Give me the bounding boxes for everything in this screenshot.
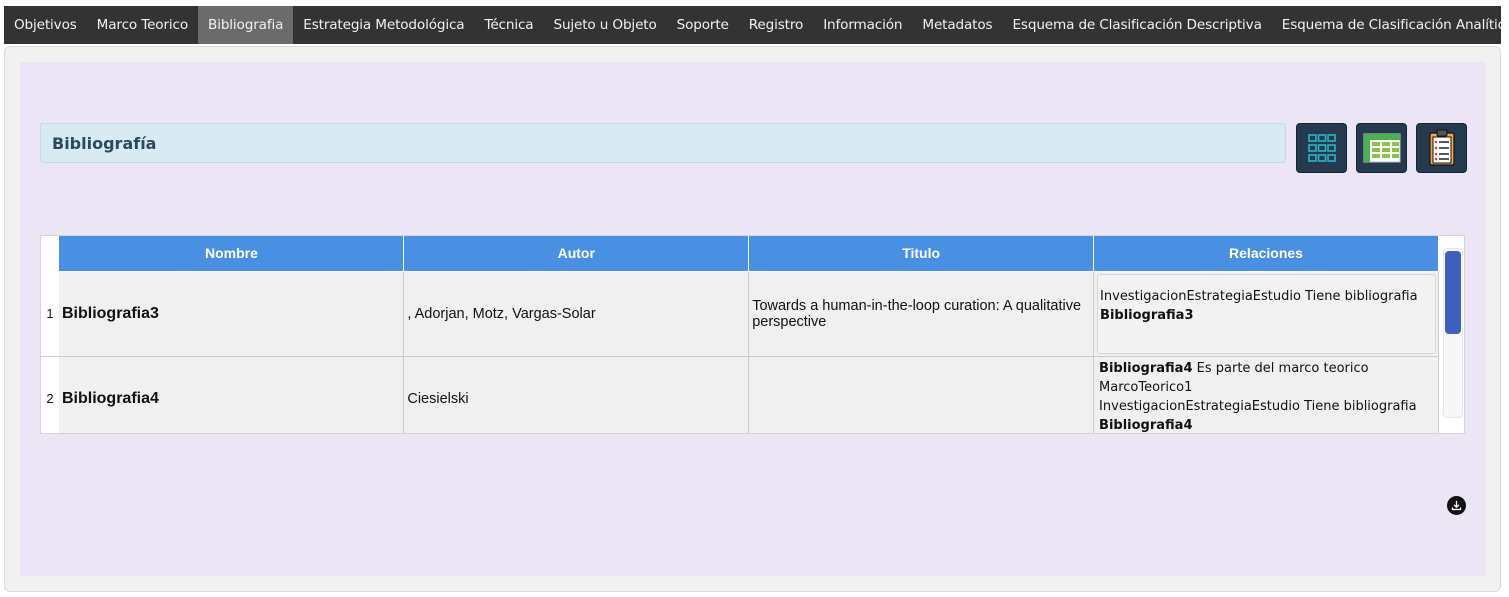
spreadsheet-view-button[interactable]: [1356, 123, 1407, 173]
table-row[interactable]: 2 Bibliografia4 Ciesielski Bibliografia4…: [41, 356, 1464, 433]
bibliography-table-container: Nombre Autor Titulo Relaciones 1 Bibliog…: [40, 235, 1465, 434]
cell-relaciones[interactable]: Bibliografia4 Es parte del marco teorico…: [1093, 356, 1439, 433]
row-number: 2: [41, 356, 59, 433]
cell-titulo[interactable]: Towards a human-in-the-loop curation: A …: [748, 271, 1095, 357]
nav-registro[interactable]: Registro: [739, 6, 813, 44]
nav-esquema-descriptiva[interactable]: Esquema de Clasificación Descriptiva: [1002, 6, 1271, 44]
cell-nombre[interactable]: Bibliografia4: [58, 356, 405, 433]
table-header-row: Nombre Autor Titulo Relaciones: [41, 236, 1464, 272]
nav-bibliografia[interactable]: Bibliografia: [198, 6, 294, 44]
relation-source: Bibliografia4: [1099, 360, 1193, 376]
relation-target: Bibliografia3: [1100, 307, 1194, 323]
nav-tecnica[interactable]: Técnica: [474, 6, 543, 44]
nav-marco-teorico[interactable]: Marco Teorico: [87, 6, 198, 44]
relation-text: Es parte del marco teorico: [1192, 360, 1369, 376]
spreadsheet-icon: [1363, 133, 1400, 163]
download-button[interactable]: [1447, 496, 1466, 515]
relation-target: MarcoTeorico1: [1099, 379, 1193, 395]
download-icon: [1451, 501, 1462, 511]
nav-soporte[interactable]: Soporte: [667, 6, 739, 44]
page-title-bar: Bibliografía: [40, 123, 1286, 163]
column-header-titulo[interactable]: Titulo: [748, 236, 1095, 272]
table-row[interactable]: 1 Bibliografia3 , Adorjan, Motz, Vargas-…: [41, 271, 1464, 357]
column-header-relaciones[interactable]: Relaciones: [1093, 236, 1439, 272]
cell-autor[interactable]: Ciesielski: [403, 356, 750, 433]
column-header-autor[interactable]: Autor: [403, 236, 750, 272]
vertical-scrollbar-thumb[interactable]: [1445, 251, 1461, 334]
nav-sujeto-u-objeto[interactable]: Sujeto u Objeto: [543, 6, 666, 44]
top-navigation-bar: Objetivos Marco Teorico Bibliografia Estrat…: [4, 6, 1501, 44]
bibliography-table: Nombre Autor Titulo Relaciones 1 Bibliog…: [41, 236, 1464, 433]
page-title: Bibliografía: [52, 133, 157, 153]
clipboard-checklist-icon: [1428, 129, 1455, 166]
row-number-header: [41, 236, 60, 272]
nav-objetivos[interactable]: Objetivos: [4, 6, 87, 44]
nav-esquema-analitica[interactable]: Esquema de Clasificación Analítica: [1272, 6, 1501, 44]
nav-informacion[interactable]: Información: [813, 6, 912, 44]
cell-titulo[interactable]: [748, 356, 1095, 433]
grid-view-button[interactable]: [1296, 123, 1347, 173]
nav-metadatos[interactable]: Metadatos: [912, 6, 1002, 44]
nav-estrategia-metodologica[interactable]: Estrategia Metodológica: [293, 6, 474, 44]
cell-relaciones[interactable]: InvestigacionEstrategiaEstudio Tiene bib…: [1093, 271, 1439, 357]
relation-text: InvestigacionEstrategiaEstudio Tiene bib…: [1099, 398, 1417, 414]
cell-autor[interactable]: , Adorjan, Motz, Vargas-Solar: [403, 271, 750, 357]
row-number: 1: [41, 271, 59, 357]
relation-target: Bibliografia4: [1099, 417, 1193, 433]
cell-nombre[interactable]: Bibliografia3: [58, 271, 405, 357]
relation-text: InvestigacionEstrategiaEstudio Tiene bib…: [1100, 288, 1418, 304]
column-header-nombre[interactable]: Nombre: [58, 236, 405, 272]
grid-view-icon: [1307, 134, 1336, 162]
report-checklist-button[interactable]: [1416, 123, 1467, 173]
